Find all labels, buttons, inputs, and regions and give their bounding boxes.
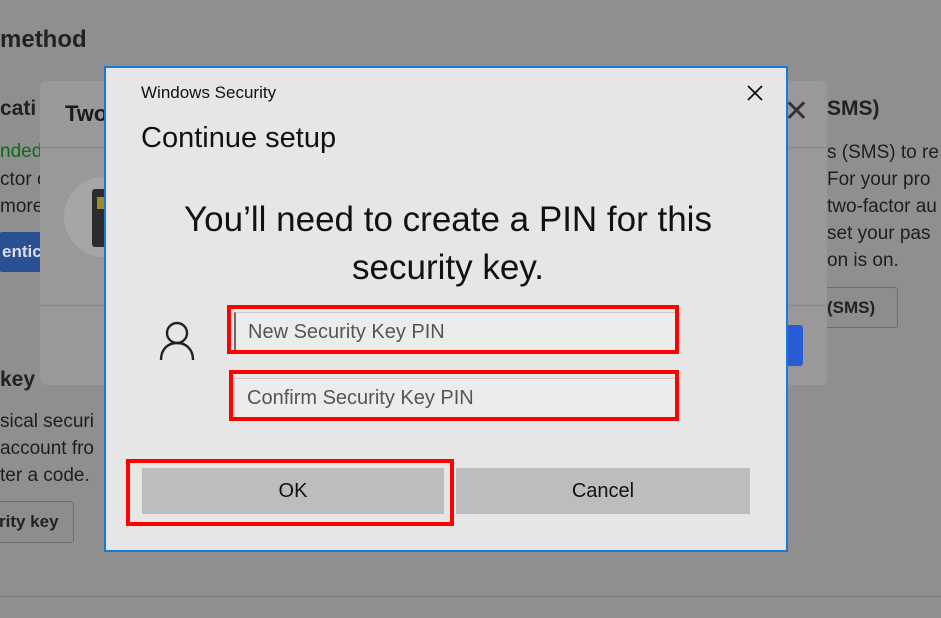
new-pin-input[interactable] — [234, 312, 678, 352]
divider — [0, 596, 941, 597]
authenticator-button[interactable]: entica — [0, 232, 51, 272]
confirm-pin-input[interactable] — [234, 378, 678, 418]
security-key-button[interactable]: rity key — [0, 501, 74, 543]
sms-text-line: set your pas — [827, 223, 931, 244]
security-key-text-line: sical securi — [0, 411, 94, 432]
page-heading: method — [0, 26, 87, 53]
dialog-app-name: Windows Security — [141, 83, 277, 102]
sms-heading: SMS) — [827, 97, 880, 120]
sms-text-line: on is on. — [827, 250, 899, 271]
section-text-line: more — [0, 196, 44, 217]
dialog-title: Continue setup — [141, 122, 337, 154]
two-step-dialog-title: Two — [65, 101, 108, 126]
windows-security-dialog: Windows Security Continue setup You’ll n… — [104, 66, 788, 552]
sms-text-line: s (SMS) to re — [827, 142, 939, 163]
section-heading-authenticator: cati — [0, 97, 37, 120]
sms-text-line: For your pro — [827, 169, 931, 190]
close-icon[interactable] — [740, 78, 770, 108]
security-key-text-line: ter a code. — [0, 465, 90, 486]
dialog-message: You’ll need to create a PIN for this sec… — [184, 200, 712, 287]
security-key-text-line: account fro — [0, 438, 94, 459]
recommended-label: nded — [0, 141, 43, 162]
ok-button[interactable]: OK — [142, 468, 444, 514]
user-icon — [158, 320, 196, 367]
sms-text-line: two-factor au — [827, 196, 937, 217]
cancel-button[interactable]: Cancel — [456, 468, 750, 514]
security-key-heading: key — [0, 368, 36, 391]
